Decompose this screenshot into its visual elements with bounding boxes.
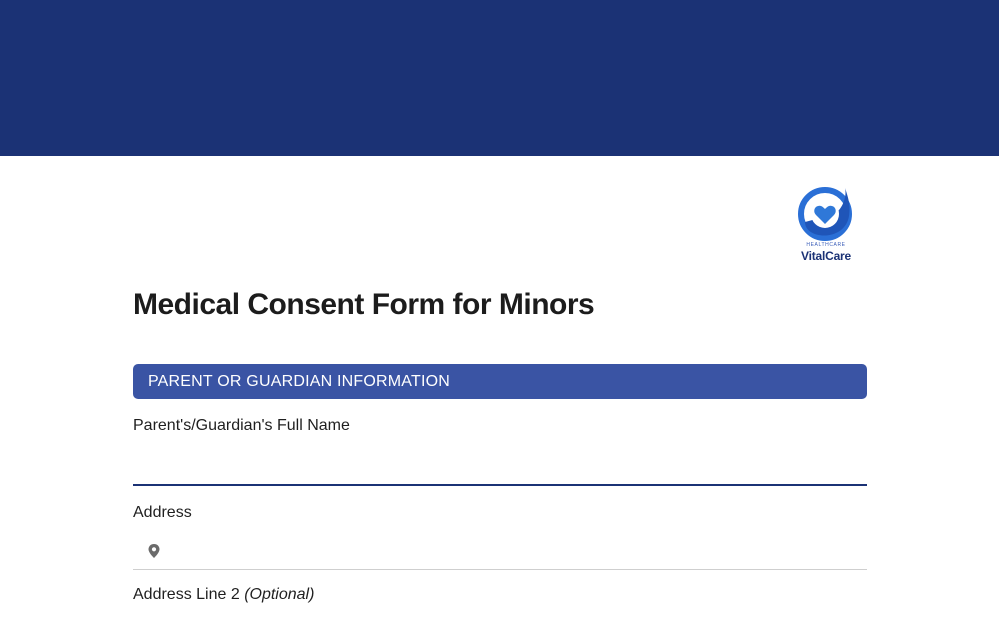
- section-header-parent-guardian: PARENT OR GUARDIAN INFORMATION: [133, 364, 867, 399]
- full-name-label: Parent's/Guardian's Full Name: [133, 417, 350, 434]
- optional-indicator: (Optional): [244, 586, 315, 603]
- address-input[interactable]: [173, 532, 863, 568]
- logo-brand-name: VitalCare: [800, 249, 851, 263]
- address-field[interactable]: [133, 532, 867, 570]
- location-pin-icon: [148, 544, 160, 558]
- address-line2-label-text: Address Line 2: [133, 586, 240, 603]
- full-name-input[interactable]: [133, 446, 867, 486]
- address-line2-label: Address Line 2 (Optional): [133, 586, 314, 604]
- vitalcare-logo: HEALTHCARE VitalCare: [790, 182, 862, 270]
- logo-tagline: HEALTHCARE: [806, 242, 846, 248]
- header-banner: [0, 0, 999, 156]
- address-label: Address: [133, 504, 192, 521]
- page-title: Medical Consent Form for Minors: [133, 288, 595, 321]
- heart-hands-logo-icon: [798, 187, 852, 241]
